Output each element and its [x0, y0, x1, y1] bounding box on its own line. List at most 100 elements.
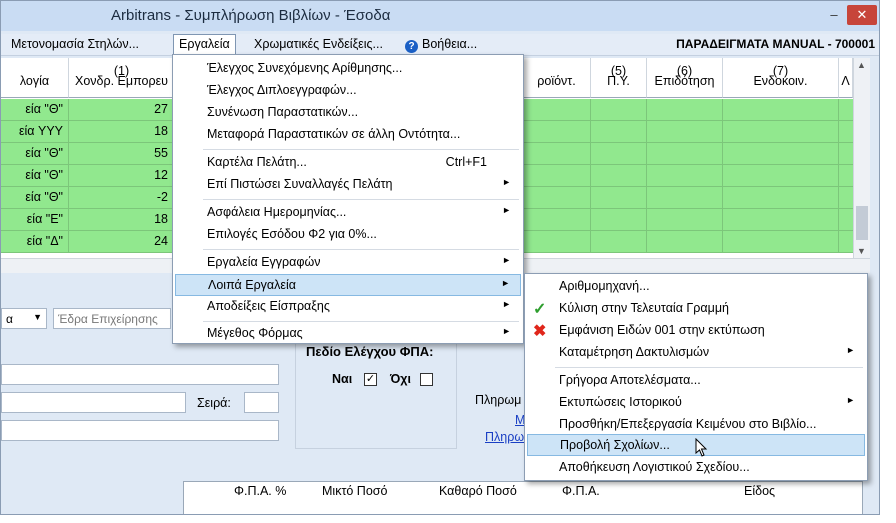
x-icon: ✖: [533, 323, 547, 340]
column-label: Ενδοκοιν.: [753, 74, 808, 88]
menu-item-label: Έλεγχος Συνεχόμενης Αρίθμησης...: [207, 61, 403, 75]
menu-separator: [555, 367, 863, 368]
column-header[interactable]: ροϊόντ.: [523, 58, 591, 98]
menu-item-date-security[interactable]: Ασφάλεια Ημερομηνίας... ►: [175, 202, 521, 224]
column-header[interactable]: Φ.Π.Α.: [562, 484, 600, 498]
yes-checkbox[interactable]: ✓: [364, 373, 377, 386]
menu-item-label: Έλεγχος Διπλοεγγραφών...: [207, 83, 357, 97]
scroll-up-icon[interactable]: ▲: [857, 60, 866, 70]
menu-item-entry-tools[interactable]: Εργαλεία Εγγραφών ►: [175, 252, 521, 274]
menu-item-form-size[interactable]: Μέγεθος Φόρμας ►: [175, 323, 521, 345]
combo-select[interactable]: α ▼: [1, 308, 47, 329]
menu-item-label: Συνένωση Παραστατικών...: [207, 105, 359, 119]
menu-color-hints[interactable]: Χρωματικές Ενδείξεις...: [254, 37, 383, 51]
menu-item-f2-options[interactable]: Επιλογές Εσόδου Φ2 για 0%...: [175, 224, 521, 246]
column-label: λογία: [19, 74, 50, 88]
menu-item-merge-documents[interactable]: Συνένωση Παραστατικών...: [175, 102, 521, 124]
column-label: Επιδότηση: [654, 74, 715, 88]
menu-rename-columns[interactable]: Μετονομασία Στηλών...: [11, 37, 139, 51]
column-header[interactable]: (1) Χονδρ. Εμπορευ: [69, 58, 175, 98]
menu-item-label: Αποδείξεις Είσπραξης: [207, 299, 330, 313]
series-label: Σειρά:: [197, 396, 231, 410]
menu-item-numbering-check[interactable]: Έλεγχος Συνεχόμενης Αρίθμησης...: [175, 58, 521, 80]
vat-title: Πεδίο Ελέγχου ΦΠΑ:: [304, 344, 436, 359]
column-header[interactable]: Λ: [839, 58, 853, 98]
column-header[interactable]: Φ.Π.Α. %: [234, 484, 286, 498]
menu-item-label: Προβολή Σχολίων...: [560, 438, 670, 452]
submenu-arrow-icon: ►: [502, 299, 511, 309]
menu-item-label: Ασφάλεια Ημερομηνίας...: [207, 205, 347, 219]
menu-item-customer-card[interactable]: Καρτέλα Πελάτη... Ctrl+F1: [175, 152, 521, 174]
payment-label: Πληρωμ: [475, 393, 522, 407]
table-cell: εία YYY: [1, 121, 69, 143]
menu-item-receipts[interactable]: Αποδείξεις Είσπραξης ►: [175, 296, 521, 318]
grid-vertical-scrollbar[interactable]: ▲ ▼: [853, 58, 870, 258]
table-cell: 24: [69, 231, 175, 253]
check-icon: ✓: [533, 301, 547, 318]
menu-item-label: Λοιπά Εργαλεία: [208, 278, 296, 292]
menu-item-keystroke-count[interactable]: Καταμέτρηση Δακτυλισμών ►: [527, 342, 865, 364]
minimize-button[interactable]: –: [821, 5, 847, 25]
table-cell: 18: [69, 121, 175, 143]
menu-item-duplicates-check[interactable]: Έλεγχος Διπλοεγγραφών...: [175, 80, 521, 102]
column-number: (1): [113, 64, 130, 78]
menu-item-label: Εκτυπώσεις Ιστορικού: [559, 395, 682, 409]
table-cell: εία "Ε": [1, 209, 69, 231]
menu-item-save-chart-of-accounts[interactable]: Αποθήκευση Λογιστικού Σχεδίου...: [527, 457, 865, 479]
menu-item-quick-results[interactable]: Γρήγορα Αποτελέσματα...: [527, 370, 865, 392]
menu-item-label: Μέγεθος Φόρμας: [207, 326, 303, 340]
column-header[interactable]: Καθαρό Ποσό: [439, 484, 517, 498]
menu-help[interactable]: ? Βοήθεια...: [405, 37, 477, 53]
menu-item-label: Αριθμομηχανή...: [559, 279, 650, 293]
menu-separator: [203, 249, 519, 250]
column-header[interactable]: (5) Π.Υ.: [591, 58, 647, 98]
menu-item-history-prints[interactable]: Εκτυπώσεις Ιστορικού ►: [527, 392, 865, 414]
close-button[interactable]: ✕: [847, 5, 877, 25]
scroll-down-icon[interactable]: ▼: [857, 246, 866, 256]
series-field[interactable]: [244, 392, 279, 413]
text-field[interactable]: [1, 392, 186, 413]
menu-tools[interactable]: Εργαλεία: [173, 34, 236, 55]
menu-item-credit-transactions[interactable]: Επί Πιστώσει Συναλλαγές Πελάτη ►: [175, 174, 521, 196]
column-header[interactable]: Είδος: [744, 484, 775, 498]
text-field[interactable]: [1, 420, 279, 441]
payment-link-2[interactable]: Πληρω: [485, 430, 524, 444]
menu-item-edit-book-text[interactable]: Προσθήκη/Επεξεργασία Κειμένου στο Βιβλίο…: [527, 414, 865, 436]
column-header[interactable]: (7) Ενδοκοιν.: [723, 58, 839, 98]
submenu-arrow-icon: ►: [846, 345, 855, 355]
column-number: [1, 58, 68, 74]
submenu-arrow-icon: ►: [846, 395, 855, 405]
menu-bar: Μετονομασία Στηλών... Εργαλεία Χρωματικέ…: [1, 34, 879, 56]
menu-item-label: Εμφάνιση Ειδών 001 στην εκτύπωση: [559, 323, 765, 337]
no-checkbox[interactable]: [420, 373, 433, 386]
menu-item-transfer-documents[interactable]: Μεταφορά Παραστατικών σε άλλη Οντότητα..…: [175, 124, 521, 146]
table-cell: -2: [69, 187, 175, 209]
menu-item-scroll-last-row[interactable]: ✓ Κύλιση στην Τελευταία Γραμμή: [527, 298, 865, 320]
seat-placeholder: Έδρα Επιχείρησης: [58, 312, 158, 326]
table-cell: εία "Θ": [1, 187, 69, 209]
column-label: ροϊόντ.: [537, 74, 576, 88]
menu-item-show-items-001[interactable]: ✖ Εμφάνιση Ειδών 001 στην εκτύπωση: [527, 320, 865, 342]
seat-field[interactable]: Έδρα Επιχείρησης: [53, 308, 171, 329]
column-number: (5): [610, 64, 627, 78]
menu-item-calculator[interactable]: Αριθμομηχανή...: [527, 276, 865, 298]
menu-item-label: Επί Πιστώσει Συναλλαγές Πελάτη: [207, 177, 393, 191]
menu-item-label: Κύλιση στην Τελευταία Γραμμή: [559, 301, 729, 315]
scroll-thumb[interactable]: [856, 206, 868, 240]
menu-item-label: Γρήγορα Αποτελέσματα...: [559, 373, 701, 387]
table-cell: εία "Θ": [1, 143, 69, 165]
submenu-arrow-icon: ►: [502, 255, 511, 265]
mouse-cursor-icon: [695, 438, 708, 457]
menu-item-label: Καρτέλα Πελάτη...: [207, 155, 307, 169]
column-header[interactable]: (6) Επιδότηση: [647, 58, 723, 98]
table-cell: 55: [69, 143, 175, 165]
items-grid[interactable]: Φ.Π.Α. % Μικτό Ποσό Καθαρό Ποσό Φ.Π.Α. Ε…: [183, 481, 863, 514]
column-header[interactable]: Μικτό Ποσό: [322, 484, 387, 498]
combo-value: α: [6, 312, 13, 326]
menu-item-label: Εργαλεία Εγγραφών: [207, 255, 321, 269]
column-header[interactable]: λογία: [1, 58, 69, 98]
menu-item-other-tools[interactable]: Λοιπά Εργαλεία ►: [175, 274, 521, 296]
text-field[interactable]: [1, 364, 279, 385]
tools-dropdown-menu: Έλεγχος Συνεχόμενης Αρίθμησης... Έλεγχος…: [172, 54, 524, 344]
submenu-arrow-icon: ►: [502, 205, 511, 215]
